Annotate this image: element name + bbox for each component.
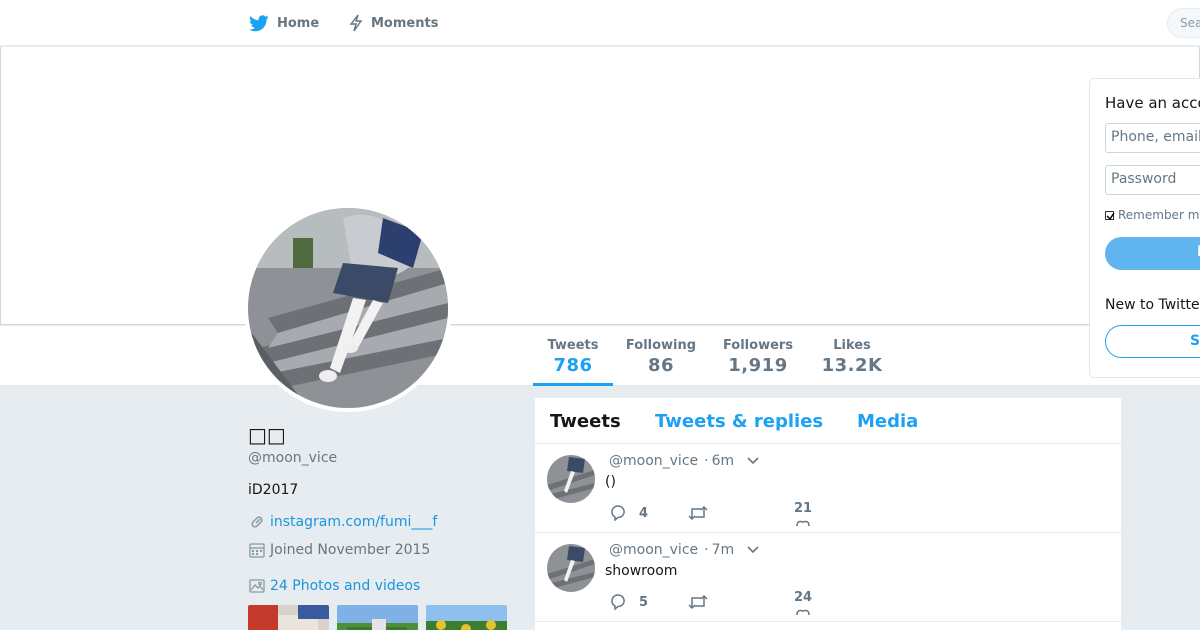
tweet-avatar[interactable] xyxy=(547,455,595,503)
heart-icon xyxy=(796,609,810,615)
stat-label: Followers xyxy=(722,338,794,353)
tweet-item[interactable]: @moon_vice · 7m showroom 5 24 xyxy=(535,533,1121,622)
search-input[interactable]: Sea xyxy=(1167,8,1200,38)
profile-stats-bar: Tweets 786 Following 86 Followers 1,919 … xyxy=(0,325,1200,386)
login-button[interactable]: L xyxy=(1105,237,1200,270)
photo-thumbnail[interactable] xyxy=(248,605,329,630)
twitter-bird-icon xyxy=(249,14,269,31)
reply-icon xyxy=(611,594,625,610)
tweet-header: @moon_vice · 6m xyxy=(609,453,760,469)
tab-media[interactable]: Media xyxy=(857,411,918,432)
profile-name[interactable]: □□ xyxy=(248,423,286,447)
stat-label: Following xyxy=(625,338,697,353)
heart-icon xyxy=(796,520,810,526)
like-count: 21 xyxy=(794,501,813,516)
stat-value: 786 xyxy=(553,355,593,376)
phone-email-input[interactable]: Phone, email xyxy=(1105,123,1200,153)
tweet-time[interactable]: 7m xyxy=(712,542,735,558)
nav-home-label: Home xyxy=(277,15,320,31)
timeline: Tweets Tweets & replies Media @moon_vice… xyxy=(534,397,1122,630)
chevron-down-icon[interactable] xyxy=(746,545,760,555)
tweet-dot: · xyxy=(704,542,709,558)
avatar-photo xyxy=(248,208,448,408)
reply-count: 5 xyxy=(639,594,649,610)
nav-moments[interactable]: Moments xyxy=(349,0,438,46)
timeline-tabs: Tweets Tweets & replies Media xyxy=(535,398,1121,444)
reply-button[interactable]: 4 xyxy=(609,505,648,521)
tweet-time[interactable]: 6m xyxy=(712,453,735,469)
tweet-dot: · xyxy=(704,453,709,469)
tweet-handle[interactable]: @moon_vice xyxy=(609,453,698,469)
chevron-down-icon[interactable] xyxy=(746,456,760,466)
profile-avatar[interactable] xyxy=(244,204,452,412)
profile-joined: Joined November 2015 xyxy=(248,541,430,559)
stat-value: 13.2K xyxy=(821,355,883,376)
reply-button[interactable]: 5 xyxy=(609,594,648,610)
profile-banner xyxy=(0,47,1200,325)
calendar-icon xyxy=(249,543,265,558)
signup-button[interactable]: S xyxy=(1105,325,1200,358)
profile-bio: iD2017 xyxy=(248,482,299,498)
remember-me[interactable]: Remember m xyxy=(1105,208,1199,222)
photos-videos-link[interactable]: 24 Photos and videos xyxy=(248,577,420,595)
stat-value: 86 xyxy=(647,355,675,376)
profile-website-link[interactable]: instagram.com/fumi___f xyxy=(270,514,437,530)
retweet-button[interactable] xyxy=(687,594,709,610)
tweet-item[interactable]: @moon_vice · 6m () 4 21 xyxy=(535,444,1121,533)
retweet-button[interactable] xyxy=(687,505,709,521)
nav-home[interactable]: Home xyxy=(249,0,319,46)
link-icon xyxy=(251,516,263,528)
new-to-twitter-text: New to Twitte xyxy=(1105,297,1200,313)
tweet-handle[interactable]: @moon_vice xyxy=(609,542,698,558)
stat-label: Tweets xyxy=(547,338,599,353)
stat-tweets[interactable]: Tweets 786 xyxy=(533,338,613,386)
login-card: Have an acco Phone, email Password Remem… xyxy=(1089,78,1200,378)
photo-thumbnails xyxy=(248,605,507,630)
remember-label: Remember m xyxy=(1118,208,1200,222)
reply-icon xyxy=(611,505,625,521)
photos-videos-label[interactable]: 24 Photos and videos xyxy=(270,578,420,594)
like-count: 24 xyxy=(794,590,813,605)
reply-count: 4 xyxy=(639,505,649,521)
tweet-header: @moon_vice · 7m xyxy=(609,542,760,558)
stat-followers[interactable]: Followers 1,919 xyxy=(718,338,798,376)
like-button[interactable]: 24 xyxy=(794,590,812,615)
retweet-icon xyxy=(688,505,708,521)
tweet-actions: 4 21 xyxy=(609,501,829,527)
login-title: Have an acco xyxy=(1105,94,1200,112)
nav-moments-label: Moments xyxy=(371,15,439,31)
photo-icon xyxy=(249,579,265,593)
tweet-actions: 5 24 xyxy=(609,590,829,616)
profile-joined-text: Joined November 2015 xyxy=(270,542,431,558)
tweet-text: showroom xyxy=(605,563,678,579)
like-button[interactable]: 21 xyxy=(794,501,812,526)
password-input[interactable]: Password xyxy=(1105,165,1200,195)
stat-following[interactable]: Following 86 xyxy=(621,338,701,376)
tweet-text: () xyxy=(605,474,616,490)
stat-label: Likes xyxy=(833,338,871,353)
remember-checkbox[interactable] xyxy=(1105,210,1115,220)
tab-tweets[interactable]: Tweets xyxy=(550,411,621,432)
top-navigation: Home Moments Sea xyxy=(0,0,1200,46)
retweet-icon xyxy=(688,594,708,610)
moments-bolt-icon xyxy=(349,14,363,32)
tab-tweets-replies[interactable]: Tweets & replies xyxy=(655,411,823,432)
profile-handle[interactable]: @moon_vice xyxy=(248,450,337,466)
profile-website[interactable]: instagram.com/fumi___f xyxy=(248,513,437,531)
stat-value: 1,919 xyxy=(728,355,788,376)
stat-likes[interactable]: Likes 13.2K xyxy=(812,338,892,376)
tweet-avatar[interactable] xyxy=(547,544,595,592)
photo-thumbnail[interactable] xyxy=(337,605,418,630)
photo-thumbnail[interactable] xyxy=(426,605,507,630)
